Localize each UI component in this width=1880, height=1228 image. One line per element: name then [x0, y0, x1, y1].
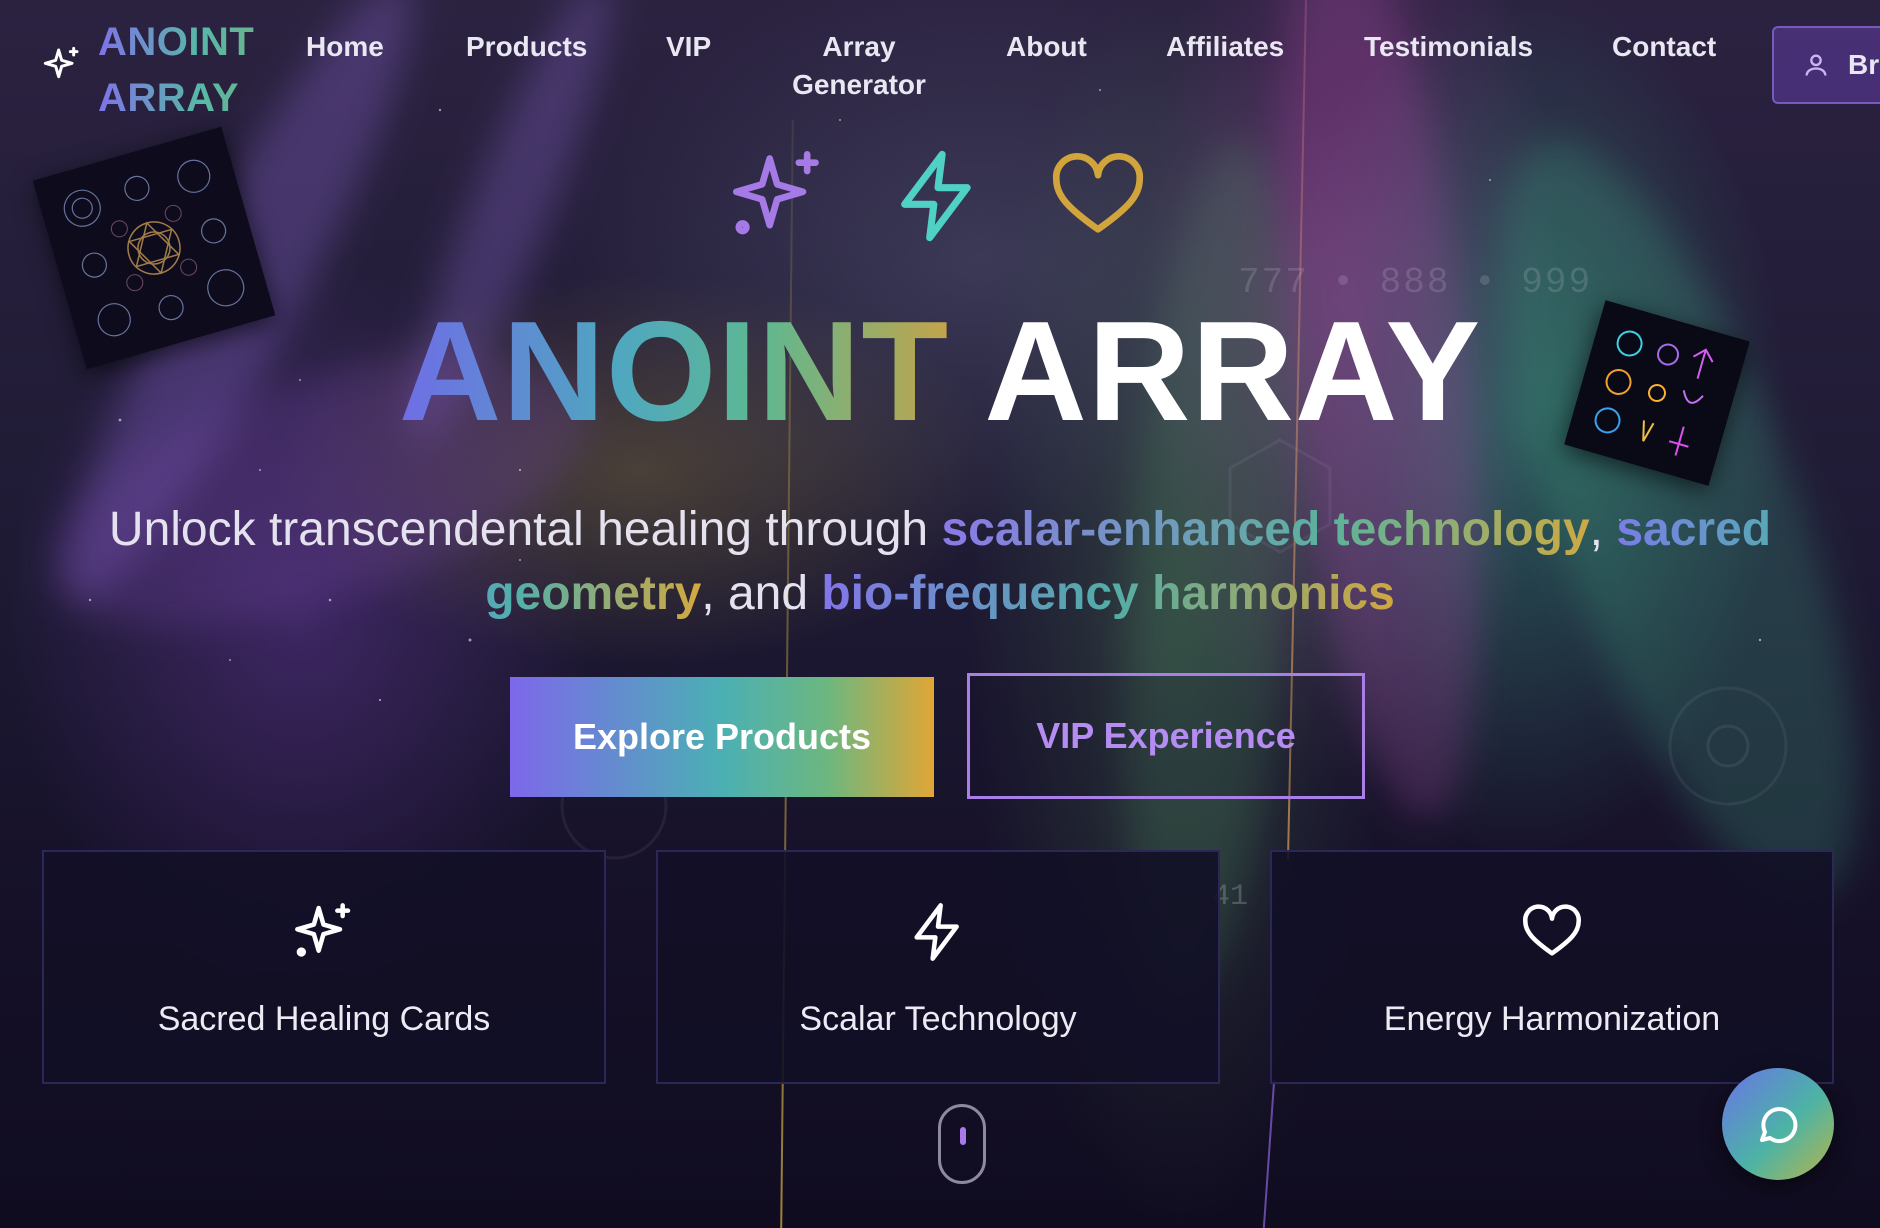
- subtitle-highlight-biofrequency: bio-frequency harmonics: [821, 567, 1395, 620]
- nav-home[interactable]: Home: [306, 28, 384, 66]
- hero-title: ANOINT ARRAY: [0, 292, 1880, 452]
- feature-label: Scalar Technology: [799, 1000, 1077, 1038]
- logo-line-2: ARRAY: [98, 76, 240, 120]
- subtitle-text-3: , and: [701, 567, 822, 620]
- nav-products[interactable]: Products: [466, 28, 587, 66]
- explore-products-button[interactable]: Explore Products: [510, 677, 934, 797]
- logo-text[interactable]: ANOINT ARRAY: [98, 14, 268, 126]
- lightning-icon: [914, 903, 959, 961]
- chat-button[interactable]: [1722, 1068, 1834, 1180]
- account-button-label: Bra: [1848, 49, 1880, 80]
- lightning-icon: [901, 150, 971, 242]
- subtitle-highlight-scalar: scalar-enhanced technology: [941, 503, 1590, 556]
- hero-title-part-1: ANOINT: [398, 292, 950, 451]
- nav-contact[interactable]: Contact: [1612, 28, 1716, 66]
- nav-testimonials[interactable]: Testimonials: [1364, 28, 1533, 66]
- feature-card-healing-cards[interactable]: Sacred Healing Cards: [42, 850, 606, 1084]
- scroll-indicator-icon[interactable]: [938, 1104, 986, 1184]
- vip-experience-button[interactable]: VIP Experience: [967, 673, 1365, 799]
- heart-icon: [1523, 904, 1581, 956]
- logo-line-1: ANOINT: [98, 20, 255, 64]
- feature-card-energy-harmonization[interactable]: Energy Harmonization: [1270, 850, 1834, 1084]
- chat-bubble-icon: [1760, 1107, 1798, 1144]
- user-icon: [1805, 54, 1827, 76]
- feature-card-scalar-technology[interactable]: Scalar Technology: [656, 850, 1220, 1084]
- nav-about[interactable]: About: [1006, 28, 1087, 66]
- feature-label: Energy Harmonization: [1383, 1000, 1721, 1038]
- hero-title-part-2: ARRAY: [984, 292, 1482, 451]
- heart-icon: [1052, 153, 1144, 233]
- nav-vip[interactable]: VIP: [666, 28, 711, 66]
- sparkles-logo-icon[interactable]: [42, 45, 82, 85]
- top-navbar: ANOINT ARRAY Home Products VIP Array Gen…: [0, 0, 1880, 120]
- sparkles-icon: [295, 903, 351, 957]
- sparkles-icon: [733, 151, 819, 235]
- hero-subtitle: Unlock transcendental healing through sc…: [40, 498, 1840, 626]
- account-button[interactable]: Bra: [1772, 26, 1880, 104]
- subtitle-text-1: Unlock transcendental healing through: [108, 503, 942, 556]
- subtitle-text-2: ,: [1589, 503, 1617, 556]
- nav-array-generator[interactable]: Array Generator: [782, 28, 936, 104]
- feature-label: Sacred Healing Cards: [157, 1000, 491, 1038]
- nav-affiliates[interactable]: Affiliates: [1166, 28, 1284, 66]
